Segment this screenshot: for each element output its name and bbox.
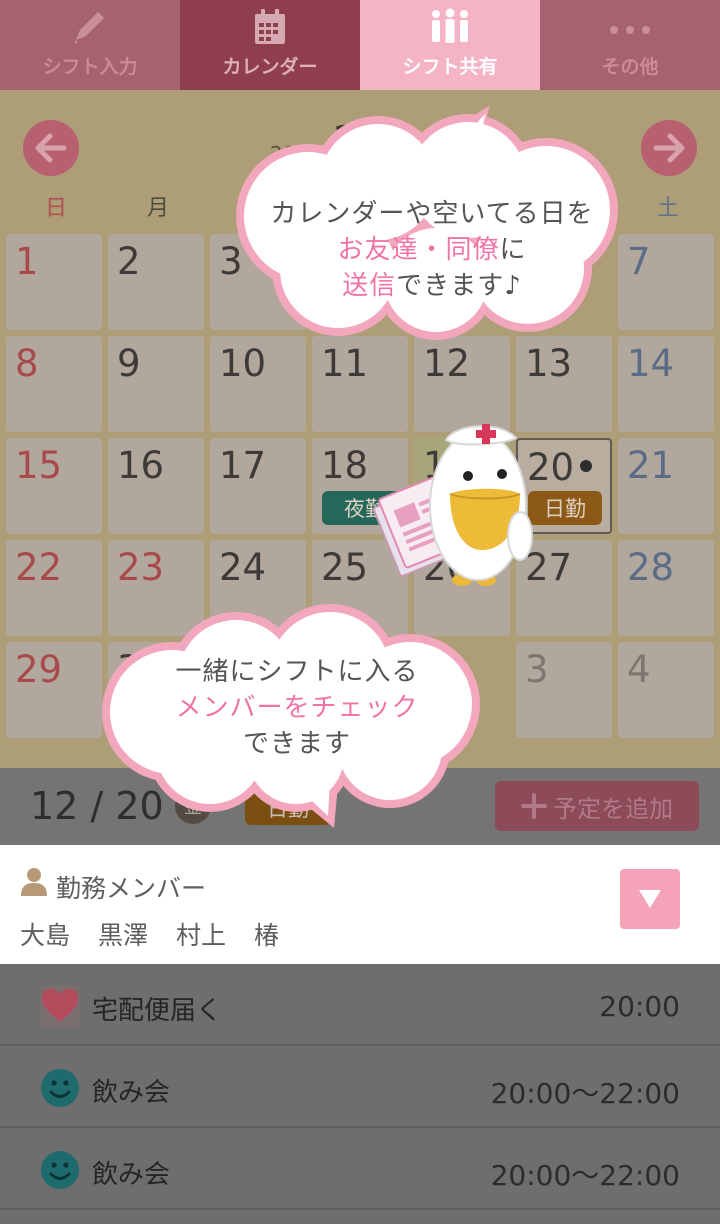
day-number: 15	[15, 444, 63, 487]
bubble-highlight: 送信	[342, 271, 397, 301]
tab-other[interactable]: その他	[540, 0, 720, 90]
day-number: 8	[15, 342, 39, 385]
add-event-button[interactable]: 予定を追加	[495, 781, 699, 831]
day-number: 12	[423, 342, 471, 385]
tab-shift-share[interactable]: シフト共有	[360, 0, 540, 90]
tab-label: カレンダー	[222, 56, 318, 78]
event-title: 飲み会	[92, 1160, 171, 1190]
bubble-line-tail: できます♪	[396, 271, 522, 301]
bubble-highlight: お友達・同僚	[337, 235, 500, 265]
prev-month-button[interactable]	[23, 120, 79, 176]
bubble-line: カレンダーや空いてる日を	[270, 199, 594, 229]
people-icon	[427, 8, 473, 46]
bubble-line: お友達・同僚に	[228, 232, 636, 268]
event-dot	[580, 460, 592, 472]
member-title: 勤務メンバー	[56, 874, 207, 903]
day-number: 1	[15, 240, 39, 283]
bubble-line: できます	[242, 729, 351, 759]
event-time: 20:00〜22:00	[490, 1159, 680, 1192]
bubble-text: カレンダーや空いてる日を お友達・同僚に 送信できます♪	[228, 196, 636, 304]
calendar-day[interactable]: 8	[6, 336, 102, 432]
day-number: 17	[219, 444, 267, 487]
pencil-icon	[70, 8, 110, 46]
bubble-line-tail: に	[499, 235, 527, 265]
event-list: 宅配便届く 20:00 飲み会 20:00〜22:00 飲み会 20:00〜22…	[0, 964, 720, 1210]
bubble-line: 送信できます♪	[228, 268, 636, 304]
calendar-day[interactable]: 10	[210, 336, 306, 432]
tab-bar: シフト入力 カレンダー シフト共有 その他	[0, 0, 720, 90]
arrow-right-icon	[653, 133, 685, 163]
day-number: 9	[117, 342, 141, 385]
calendar-day[interactable]: 21	[618, 438, 714, 534]
member-name: 黒澤	[98, 921, 149, 950]
day-number: 29	[15, 648, 63, 691]
more-dots-icon	[606, 8, 654, 46]
day-number: 24	[219, 546, 267, 589]
member-panel: 勤務メンバー 大島 黒澤 村上 椿	[0, 845, 720, 964]
calendar-day[interactable]: 9	[108, 336, 204, 432]
expand-members-button[interactable]	[620, 869, 680, 929]
tab-label: その他	[601, 56, 659, 78]
day-number: 4	[627, 648, 651, 691]
triangle-down-icon	[639, 890, 661, 908]
tab-calendar[interactable]: カレンダー	[180, 0, 360, 90]
smiley-icon	[41, 1069, 79, 1107]
pelican-nurse-mascot-icon	[373, 424, 533, 586]
plus-icon	[521, 793, 547, 819]
day-number: 14	[627, 342, 675, 385]
day-number: 23	[117, 546, 165, 589]
arrow-left-icon	[35, 133, 67, 163]
calendar-day[interactable]: 1	[6, 234, 102, 330]
calendar-day[interactable]: 22	[6, 540, 102, 636]
member-name: 大島	[20, 921, 71, 950]
calendar-day[interactable]: 28	[618, 540, 714, 636]
tooltip-bubble-members: 一緒にシフトに入る メンバーをチェック できます	[98, 600, 496, 830]
member-names: 大島 黒澤 村上 椿	[20, 916, 279, 952]
day-number: 11	[321, 342, 369, 385]
tab-label: シフト共有	[402, 56, 498, 78]
weekday-label: 日	[44, 196, 67, 221]
tooltip-bubble-share: カレンダーや空いてる日を お友達・同僚に 送信できます♪	[228, 104, 636, 340]
day-number: 25	[321, 546, 369, 589]
calendar-day[interactable]: 14	[618, 336, 714, 432]
day-number: 2	[117, 240, 141, 283]
day-number: 22	[15, 546, 63, 589]
calendar-day[interactable]: 17	[210, 438, 306, 534]
day-number: 13	[525, 342, 573, 385]
day-number: 10	[219, 342, 267, 385]
bubble-highlight: メンバーをチェック	[175, 693, 419, 723]
member-name: 村上	[176, 921, 227, 950]
calendar-day[interactable]: 16	[108, 438, 204, 534]
calendar-day[interactable]: 4	[618, 642, 714, 738]
day-number: 16	[117, 444, 165, 487]
bubble-line: 一緒にシフトに入る	[175, 657, 419, 687]
tab-shift-input[interactable]: シフト入力	[0, 0, 180, 90]
calendar-day[interactable]: 29	[6, 642, 102, 738]
weekday-label: 月	[146, 196, 169, 221]
bubble-text: 一緒にシフトに入る メンバーをチェック できます	[98, 654, 496, 762]
event-time: 20:00〜22:00	[490, 1077, 680, 1110]
list-item[interactable]: 飲み会 20:00〜22:00	[0, 1046, 720, 1128]
next-month-button[interactable]	[641, 120, 697, 176]
calendar-icon	[252, 8, 288, 46]
list-item[interactable]: 宅配便届く 20:00	[0, 964, 720, 1046]
day-number: 21	[627, 444, 675, 487]
list-item[interactable]: 飲み会 20:00〜22:00	[0, 1128, 720, 1210]
calendar-day[interactable]: 15	[6, 438, 102, 534]
event-title: 宅配便届く	[92, 996, 223, 1026]
day-number: 28	[627, 546, 675, 589]
tab-label: シフト入力	[42, 56, 138, 78]
calendar-day[interactable]: 2	[108, 234, 204, 330]
heart-icon	[40, 986, 80, 1026]
add-event-label: 予定を追加	[553, 794, 673, 823]
person-icon	[21, 868, 47, 896]
day-number: 18	[321, 444, 369, 487]
event-title: 飲み会	[92, 1078, 171, 1108]
member-name: 椿	[254, 921, 280, 950]
calendar-day[interactable]: 3	[516, 642, 612, 738]
smiley-icon	[41, 1151, 79, 1189]
day-number: 3	[525, 648, 549, 691]
event-time: 20:00	[599, 990, 680, 1023]
